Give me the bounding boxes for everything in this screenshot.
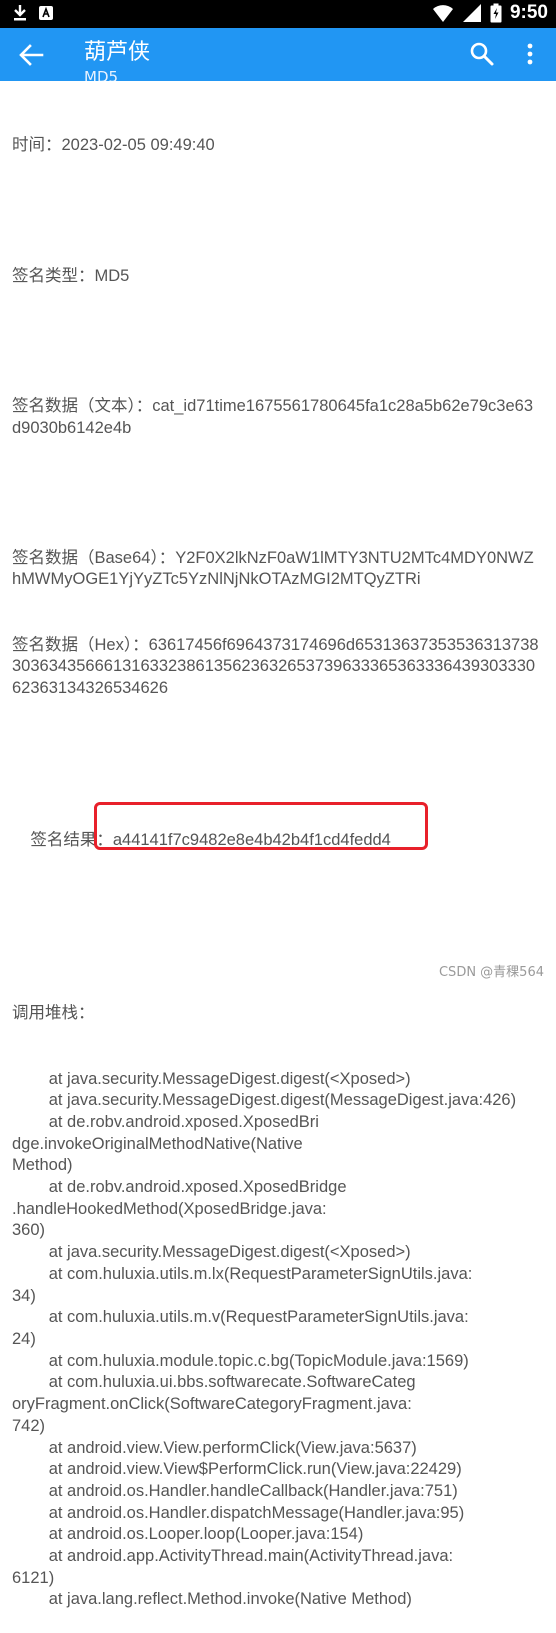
app-title: 葫芦侠 (84, 40, 151, 65)
stack-line: at com.huluxia.utils.m.lx(RequestParamet… (12, 1264, 473, 1305)
stack-line: at android.os.Looper.loop(Looper.java:15… (12, 1525, 364, 1544)
status-time: 9:50 (509, 2, 548, 23)
time-line: 时间：2023-02-05 09:49:40 (12, 136, 215, 155)
stack-line: at com.huluxia.module.topic.c.bg(TopicMo… (12, 1351, 469, 1370)
more-vert-icon (527, 43, 533, 65)
stack-line: at android.os.Handler.dispatchMessage(Ha… (12, 1503, 465, 1522)
more-options-button[interactable] (522, 40, 538, 68)
highlight-box (94, 802, 428, 851)
stack-line: at java.security.MessageDigest.digest(<X… (12, 1069, 411, 1088)
wifi-icon (432, 5, 453, 22)
sign-type-line: 签名类型：MD5 (12, 266, 130, 285)
stack-trace: at java.security.MessageDigest.digest(<X… (12, 1069, 542, 1612)
stack-line: at android.view.View.performClick(View.j… (12, 1438, 417, 1457)
result-row: 签名结果：a44141f7c9482e8e4b42b4f1cd4fedd4 (12, 802, 542, 895)
stack-line: at android.view.View$PerformClick.run(Vi… (12, 1460, 462, 1479)
signature-log: 时间：2023-02-05 09:49:40 签名类型：MD5 签名数据（文本）… (12, 92, 542, 1633)
stack-line: at java.security.MessageDigest.digest(Me… (12, 1091, 517, 1110)
search-icon (470, 42, 494, 66)
app-subtitle: MD5 (84, 68, 119, 81)
base64-data-line: 签名数据（Base64）：Y2F0X2lkNzF0aW1lMTY3NTU2MTc… (12, 548, 534, 589)
download-icon (14, 5, 26, 21)
stack-line: at de.robv.android.xposed.XposedBridge .… (12, 1178, 347, 1240)
stack-line: at android.app.ActivityThread.main(Activ… (12, 1547, 454, 1587)
back-button[interactable] (14, 40, 50, 70)
app-bar: 葫芦侠 MD5 (0, 28, 556, 81)
stack-line: at android.os.Handler.handleCallback(Han… (12, 1481, 458, 1500)
battery-icon (490, 3, 502, 23)
signal-icon (462, 4, 481, 22)
search-button[interactable] (468, 40, 496, 68)
stack-line: at com.huluxia.utils.m.v(RequestParamete… (12, 1308, 469, 1348)
stack-line: at com.huluxia.ui.bbs.softwarecate.Softw… (12, 1373, 416, 1435)
watermark: CSDN @青稞564 (438, 965, 544, 980)
stack-line: at de.robv.android.xposed.XposedBri dge.… (12, 1112, 319, 1175)
text-data-line: 签名数据（文本）：cat_id71time1675561780645fa1c28… (12, 396, 534, 437)
hex-data-line: 签名数据（Hex）：63617456f6964373174696d6531363… (12, 635, 539, 697)
status-bar: 9:50 (0, 0, 556, 28)
app-notification-icon (39, 6, 53, 20)
stack-line: at java.security.MessageDigest.digest(<X… (12, 1243, 411, 1262)
arrow-back-icon (19, 44, 44, 66)
stack-line: at java.lang.reflect.Method.invoke(Nativ… (12, 1590, 412, 1609)
stack-title: 调用堆栈： (12, 1004, 95, 1023)
